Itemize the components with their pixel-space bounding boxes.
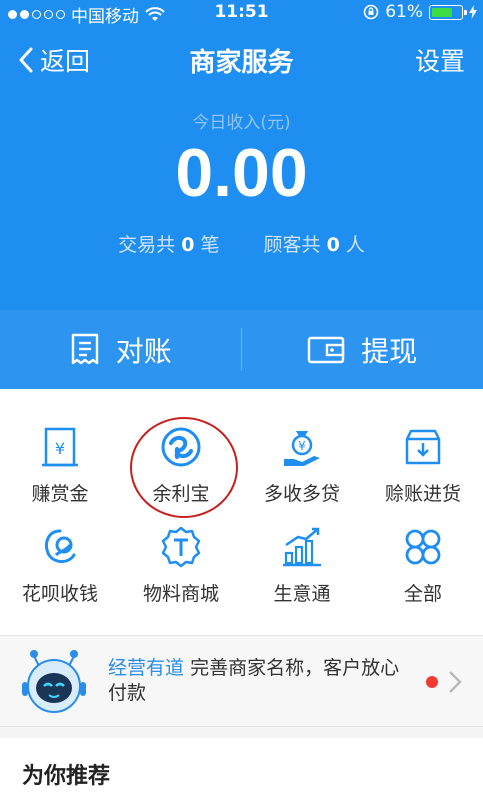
svg-text:¥: ¥ xyxy=(298,439,306,453)
settings-button[interactable]: 设置 xyxy=(415,42,465,78)
income-stats: 交易共 0 笔 顾客共 0 人 xyxy=(0,230,483,257)
promo-banner[interactable]: 经营有道 完善商家名称，客户放心付款 xyxy=(0,635,483,727)
withdraw-label: 提现 xyxy=(361,334,418,368)
recommend-section: 为你推荐 xyxy=(0,738,483,799)
service-huabei[interactable]: 花呗收钱 xyxy=(0,525,120,606)
service-reward[interactable]: ¥ 赚赏金 xyxy=(0,425,120,506)
battery-percent: 61% xyxy=(385,2,423,22)
service-shezhang[interactable]: 赊账进货 xyxy=(363,425,483,506)
service-label: 物料商城 xyxy=(142,583,219,605)
four-petal-icon xyxy=(405,529,441,565)
service-grid: ¥ 赚赏金 余利宝 ¥ 多收多贷 赊账进货 花呗收钱 物料商城 生意通 全部 xyxy=(0,389,483,635)
customer-stat: 顾客共 0 人 xyxy=(263,234,365,256)
service-shengyitong[interactable]: 生意通 xyxy=(242,525,362,606)
service-yulibao[interactable]: 余利宝 xyxy=(121,425,241,506)
income-panel: 今日收入(元) 0.00 交易共 0 笔 顾客共 0 人 xyxy=(0,96,483,310)
recommend-title: 为你推荐 xyxy=(22,764,111,789)
nav-bar: 返回 商家服务 设置 xyxy=(0,26,483,96)
service-all[interactable]: 全部 xyxy=(363,525,483,606)
withdraw-button[interactable]: 提现 xyxy=(242,310,483,389)
notification-dot xyxy=(426,676,438,688)
service-label: 全部 xyxy=(403,583,442,605)
service-label: 花呗收钱 xyxy=(21,583,98,605)
service-label: 多收多贷 xyxy=(263,483,340,505)
receipt-icon xyxy=(71,333,98,364)
reward-bill-icon: ¥ xyxy=(42,427,78,467)
bar-chart-icon xyxy=(283,527,321,567)
money-bag-hand-icon: ¥ xyxy=(284,431,320,466)
chevron-right-icon xyxy=(449,671,462,693)
reconcile-label: 对账 xyxy=(115,334,172,368)
yulibao-icon xyxy=(161,427,201,467)
service-label: 生意通 xyxy=(273,583,331,605)
service-duoshou[interactable]: ¥ 多收多贷 xyxy=(242,425,362,506)
credit-box-icon xyxy=(405,429,441,465)
reconcile-button[interactable]: 对账 xyxy=(0,310,242,389)
huabei-icon xyxy=(45,529,76,563)
service-wuliao[interactable]: 物料商城 xyxy=(121,525,241,606)
orientation-lock-icon xyxy=(363,4,379,20)
service-label: 余利宝 xyxy=(152,483,210,505)
battery-icon xyxy=(429,4,467,20)
page-title: 商家服务 xyxy=(189,48,294,78)
charging-icon xyxy=(469,5,477,19)
battery-area: 61% xyxy=(363,2,477,22)
svg-text:¥: ¥ xyxy=(55,439,65,458)
service-label: 赚赏金 xyxy=(31,483,89,505)
banner-text: 经营有道 完善商家名称，客户放心付款 xyxy=(108,656,408,706)
robot-mascot-icon xyxy=(22,650,86,713)
t-badge-icon xyxy=(161,526,201,568)
wallet-icon xyxy=(308,336,345,363)
status-bar: 中国移动 11:51 61% xyxy=(0,0,483,27)
banner-highlight: 经营有道 xyxy=(108,657,185,679)
income-amount: 0.00 xyxy=(175,135,308,211)
trade-stat: 交易共 0 笔 xyxy=(118,234,220,256)
action-bar: 对账 提现 xyxy=(0,310,483,389)
service-label: 赊账进货 xyxy=(384,483,461,505)
income-label: 今日收入(元) xyxy=(192,113,291,133)
